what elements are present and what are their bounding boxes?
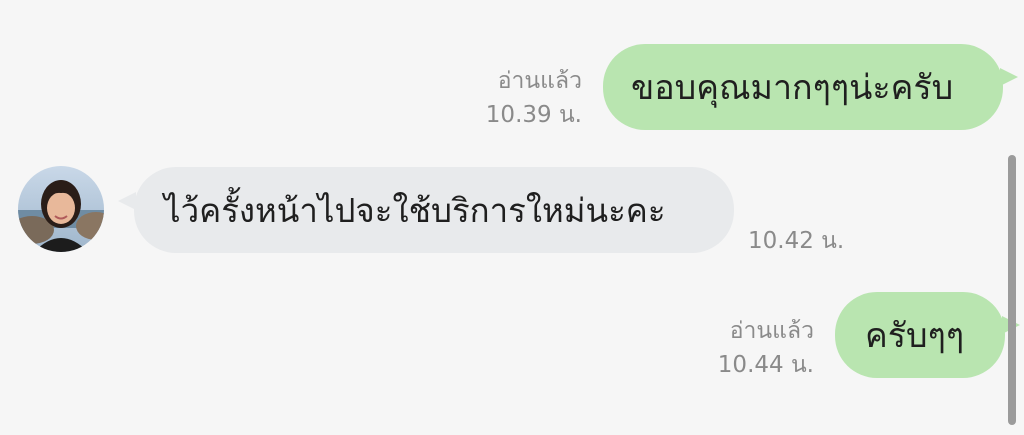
read-receipt: อ่านแล้ว — [497, 68, 582, 94]
chat-message-list[interactable]: อ่านแล้ว 10.39 น. ขอบคุณมากๆๆน่ะครับ ไว้… — [0, 0, 1024, 435]
scrollbar-thumb[interactable] — [1008, 155, 1016, 425]
message-meta: 10.42 น. — [748, 224, 858, 258]
message-time: 10.42 น. — [748, 228, 845, 254]
outgoing-message-bubble[interactable]: ขอบคุณมากๆๆน่ะครับ — [603, 44, 1003, 130]
message-meta: อ่านแล้ว 10.39 น. — [470, 64, 582, 132]
read-receipt: อ่านแล้ว — [729, 318, 814, 344]
message-text: ไว้ครั้งหน้าไปจะใช้บริการใหม่นะคะ — [164, 190, 666, 230]
outgoing-message-bubble[interactable]: ครับๆๆ — [835, 292, 1005, 378]
message-time: 10.39 น. — [485, 102, 582, 128]
contact-avatar[interactable] — [18, 166, 104, 252]
bubble-tail — [1000, 68, 1018, 86]
avatar-image — [18, 166, 104, 252]
message-meta: อ่านแล้ว 10.44 น. — [700, 314, 814, 382]
message-text: ขอบคุณมากๆๆน่ะครับ — [631, 68, 954, 108]
incoming-message-bubble[interactable]: ไว้ครั้งหน้าไปจะใช้บริการใหม่นะคะ — [134, 167, 734, 253]
message-text: ครับๆๆ — [865, 316, 965, 356]
message-time: 10.44 น. — [717, 352, 814, 378]
